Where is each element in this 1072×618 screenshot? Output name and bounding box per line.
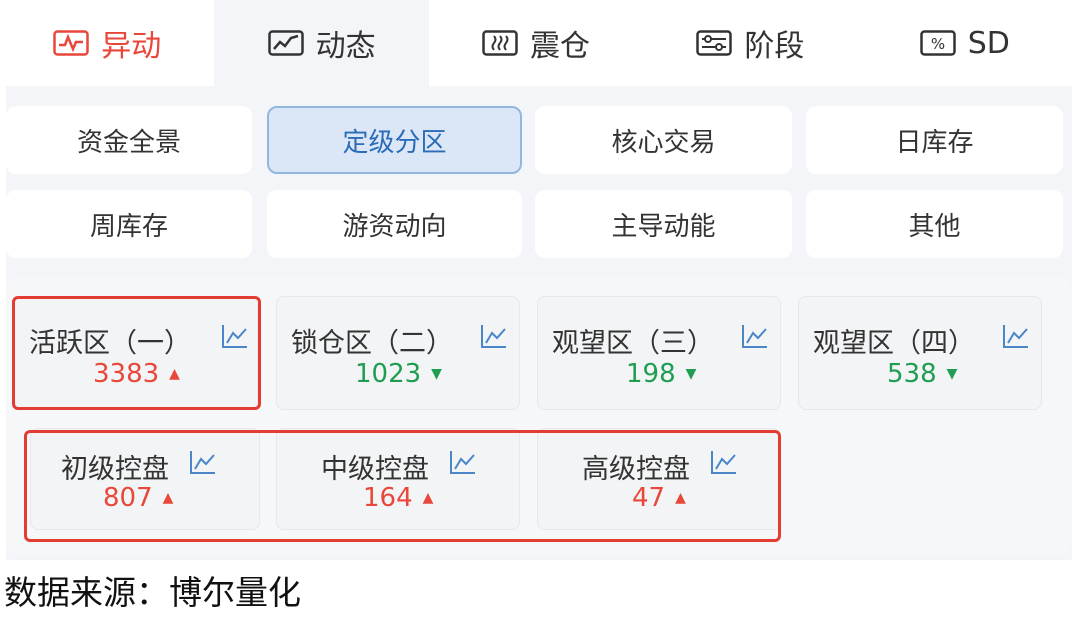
category-label: 定级分区 — [342, 127, 447, 158]
category-label: 游资动向 — [342, 211, 447, 242]
trend-chart-icon[interactable] — [449, 449, 477, 475]
category-zhou-kucun[interactable]: 周库存 — [6, 190, 252, 258]
up-arrow-icon: ▲ — [422, 490, 434, 506]
category-label: 日库存 — [895, 127, 974, 158]
tab-zhencang[interactable]: 震仓 — [428, 0, 644, 86]
tab-jieduan[interactable]: 阶段 — [643, 0, 858, 86]
down-arrow-icon: ▼ — [685, 366, 697, 382]
zone-value-number: 1023 — [355, 359, 422, 389]
zone-card-locked[interactable]: 锁仓区（二） 1023 ▼ — [276, 296, 520, 410]
up-arrow-icon: ▲ — [169, 366, 180, 382]
zone-title: 观望区（四） — [813, 328, 975, 359]
control-card-senior[interactable]: 高级控盘 47 ▲ — [537, 428, 781, 530]
tab-label: 震仓 — [530, 29, 591, 64]
zone-card-watch-3[interactable]: 观望区（三） 198 ▼ — [537, 296, 781, 410]
zone-title: 活跃区（一） — [29, 328, 191, 359]
tab-sd[interactable]: % SD — [857, 0, 1072, 86]
category-zijin-quanjing[interactable]: 资金全景 — [6, 106, 252, 174]
category-label: 核心交易 — [611, 127, 716, 158]
control-card-middle[interactable]: 中级控盘 164 ▲ — [276, 428, 520, 530]
category-youzi-dongxiang[interactable]: 游资动向 — [267, 190, 522, 258]
category-zhudao-dongneng[interactable]: 主导动能 — [535, 190, 792, 258]
down-arrow-icon: ▼ — [946, 366, 958, 382]
zone-card-watch-4[interactable]: 观望区（四） 538 ▼ — [798, 296, 1042, 410]
tab-bar: 异动 动态 震仓 阶段 % SD — [0, 0, 1072, 86]
trend-chart-icon[interactable] — [221, 323, 249, 349]
control-title: 初级控盘 — [61, 454, 169, 485]
control-card-primary[interactable]: 初级控盘 807 ▲ — [30, 428, 260, 530]
wave-icon — [482, 30, 518, 56]
control-value: 47 ▲ — [632, 483, 686, 513]
zone-value-number: 198 — [626, 359, 676, 389]
category-label: 其他 — [908, 211, 961, 242]
zone-value: 538 ▼ — [887, 359, 957, 389]
control-title: 高级控盘 — [582, 454, 690, 485]
tab-dongtai[interactable]: 动态 — [214, 0, 429, 86]
zone-value-number: 3383 — [93, 359, 160, 389]
up-arrow-icon: ▲ — [162, 490, 174, 506]
category-dingji-fenqu[interactable]: 定级分区 — [267, 106, 522, 174]
zone-value-number: 538 — [887, 359, 937, 389]
svg-text:%: % — [931, 35, 945, 53]
trend-chart-icon[interactable] — [741, 323, 769, 349]
content-panel: 资金全景 定级分区 核心交易 日库存 周库存 游资动向 主导动能 其他 活跃区（… — [6, 86, 1072, 560]
line-chart-icon — [267, 30, 304, 56]
trend-chart-icon[interactable] — [189, 449, 217, 475]
control-value-number: 164 — [363, 483, 413, 513]
percent-icon: % — [920, 30, 956, 56]
category-label: 周库存 — [89, 211, 168, 242]
tab-yidong[interactable]: 异动 — [0, 0, 215, 86]
category-label: 资金全景 — [76, 127, 181, 158]
zone-card-active[interactable]: 活跃区（一） 3383 ▲ — [14, 296, 258, 410]
down-arrow-icon: ▼ — [431, 366, 442, 382]
category-hexin-jiaoyi[interactable]: 核心交易 — [535, 106, 792, 174]
up-arrow-icon: ▲ — [675, 490, 686, 506]
zone-value: 1023 ▼ — [355, 359, 442, 389]
trend-chart-icon[interactable] — [480, 323, 508, 349]
control-value-number: 47 — [632, 483, 666, 513]
zone-title: 锁仓区（二） — [291, 328, 453, 359]
control-value-number: 807 — [103, 483, 153, 513]
category-qita[interactable]: 其他 — [806, 190, 1063, 258]
tab-label: 阶段 — [744, 29, 805, 64]
zone-value: 198 ▼ — [626, 359, 696, 389]
trend-chart-icon[interactable] — [710, 449, 738, 475]
zone-value: 3383 ▲ — [93, 359, 180, 389]
tab-label: 动态 — [315, 29, 376, 64]
category-label: 主导动能 — [611, 211, 716, 242]
slider-icon — [696, 30, 733, 56]
pulse-icon — [53, 30, 89, 56]
stats-area: 活跃区（一） 3383 ▲ 锁仓区（二） 1023 ▼ 观望区（三） 198 ▼ 观望… — [6, 276, 1072, 556]
trend-chart-icon[interactable] — [1002, 323, 1030, 349]
zone-title: 观望区（三） — [552, 328, 714, 359]
control-value: 164 ▲ — [363, 483, 433, 513]
tab-label: SD — [967, 25, 1010, 61]
data-source-caption: 数据来源：博尔量化 — [4, 573, 301, 612]
control-value: 807 ▲ — [103, 483, 173, 513]
control-title: 中级控盘 — [321, 454, 429, 485]
category-ri-kucun[interactable]: 日库存 — [806, 106, 1063, 174]
tab-label: 异动 — [101, 29, 162, 64]
